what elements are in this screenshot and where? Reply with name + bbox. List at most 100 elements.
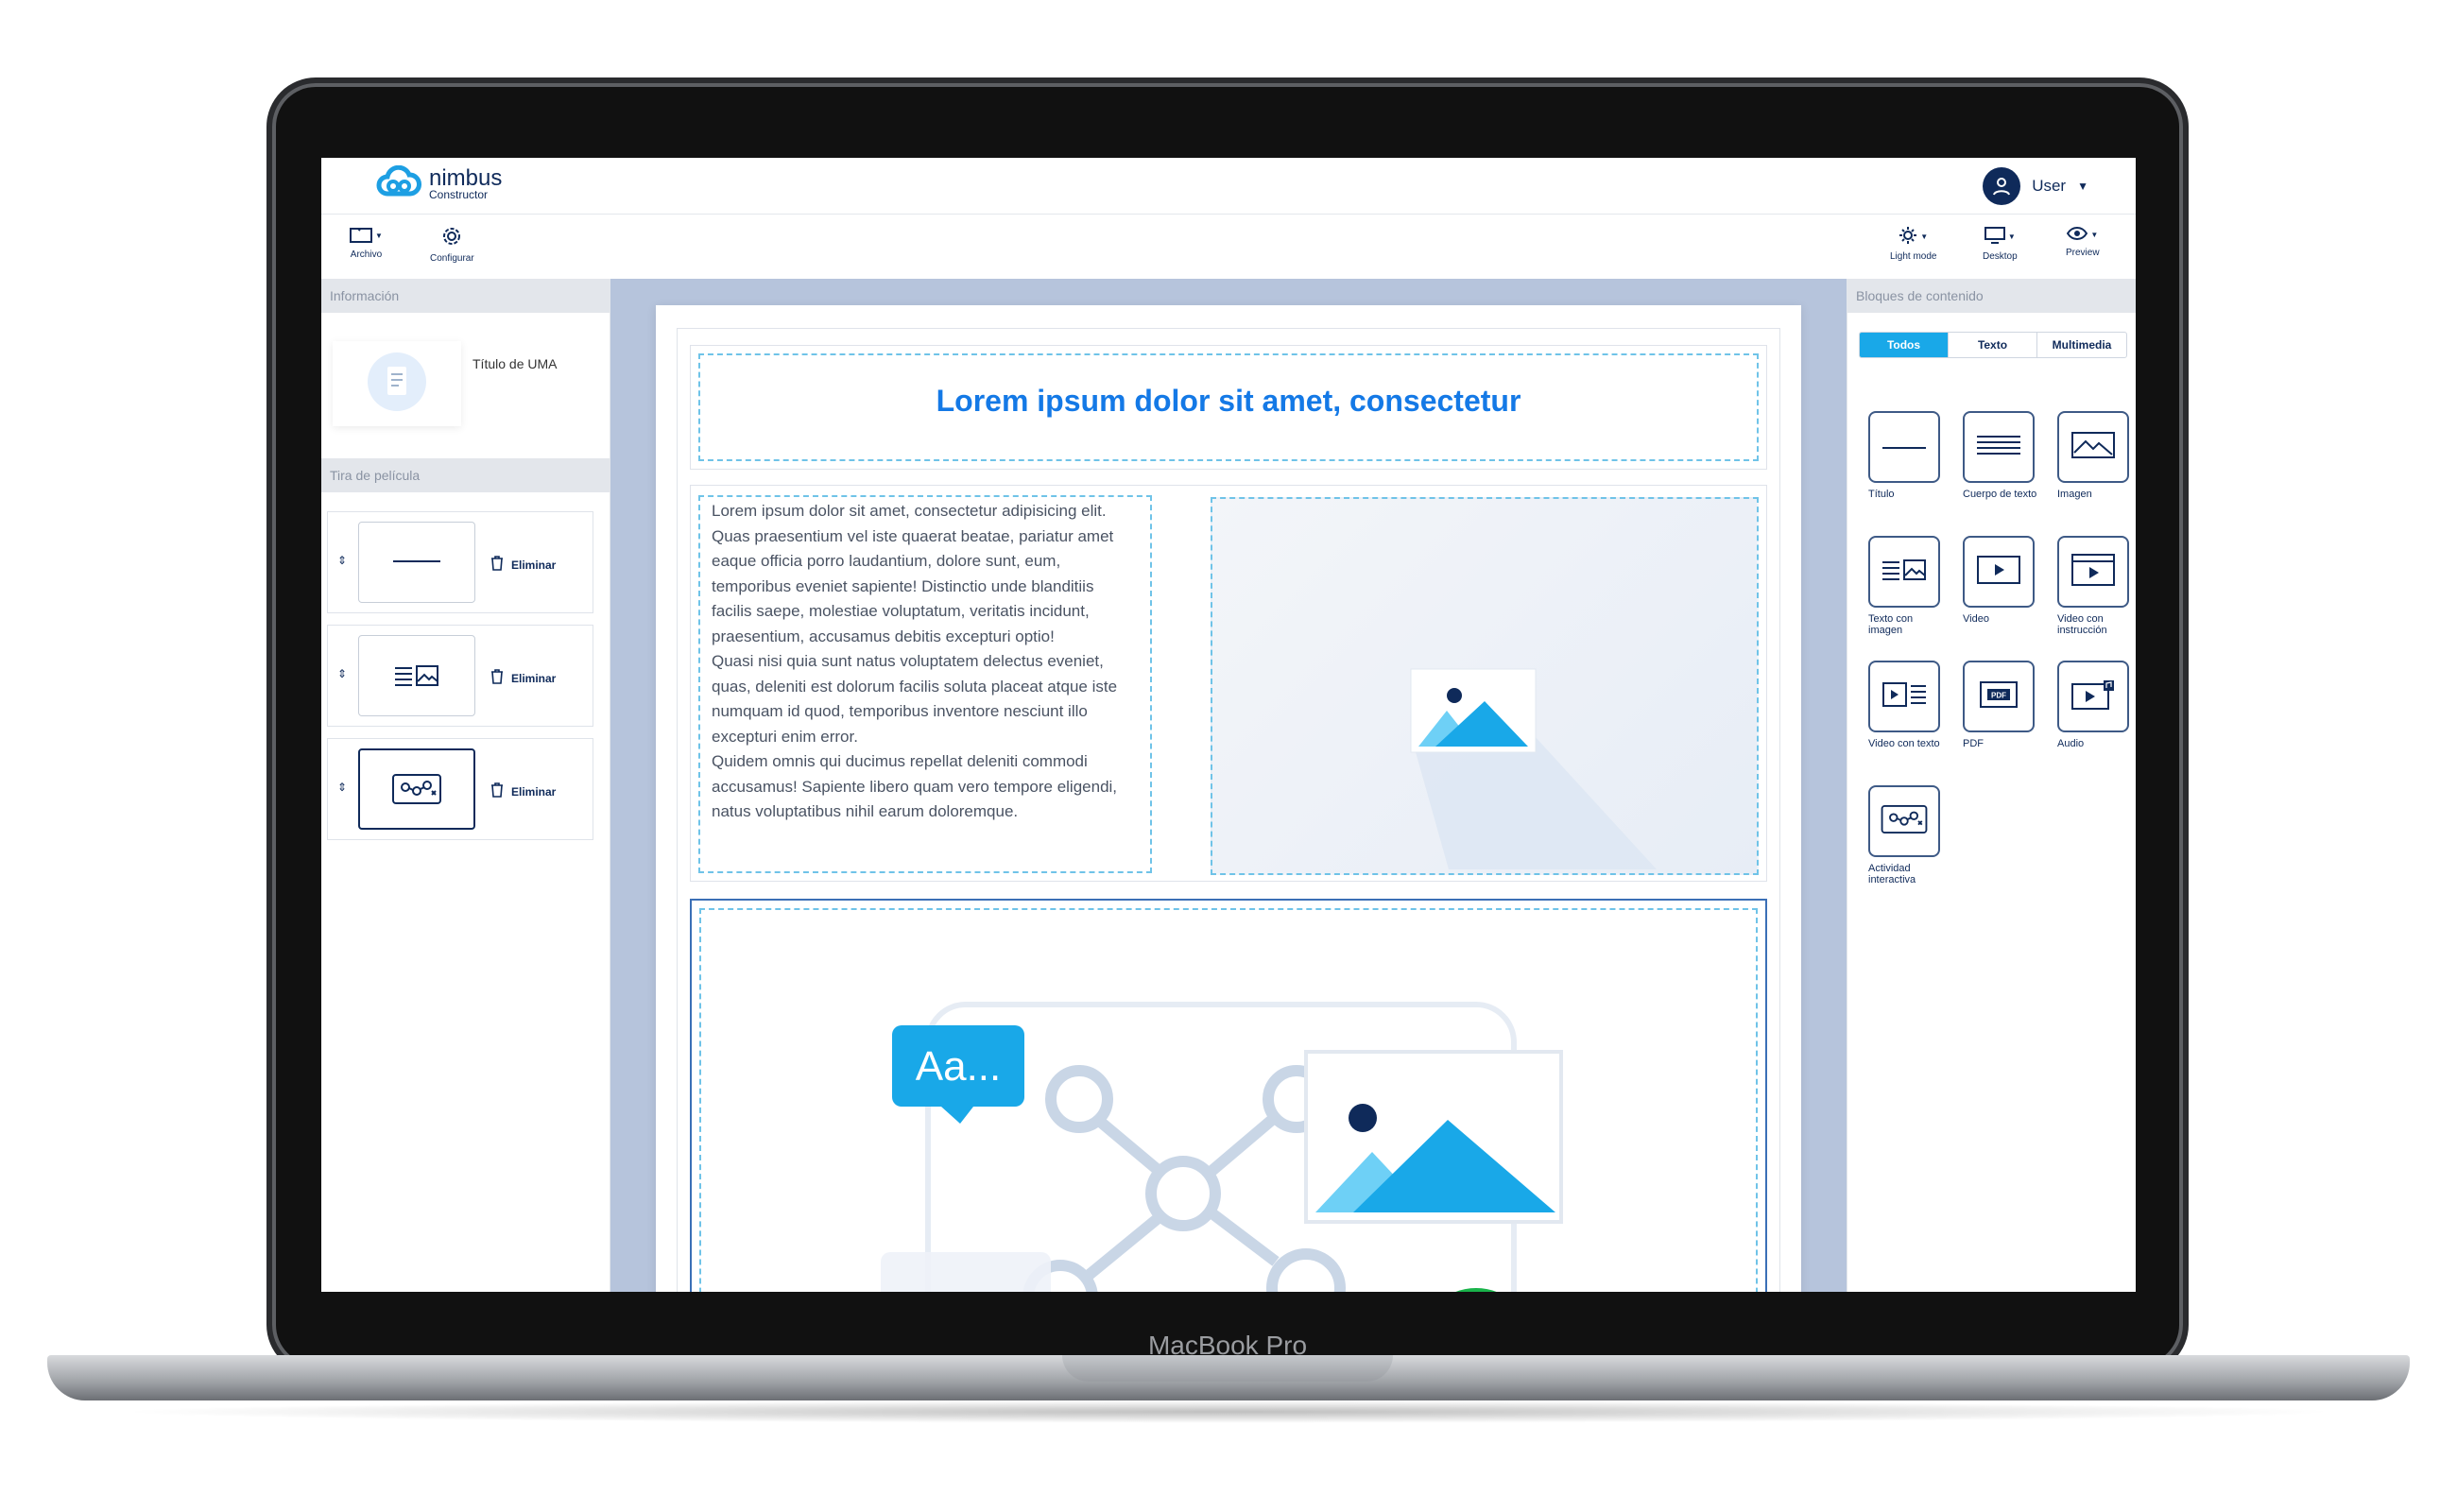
title-block[interactable]: Lorem ipsum dolor sit amet, consectetur	[690, 345, 1767, 470]
chevron-down-icon: ▼	[1920, 232, 1929, 241]
user-name: User	[2032, 177, 2067, 195]
delete-button[interactable]: Eliminar	[490, 669, 556, 687]
block-title[interactable]: Lorem ipsum dolor sit amet, consectetur	[691, 384, 1766, 419]
sun-icon	[1899, 226, 1917, 248]
svg-text:PDF: PDF	[1991, 691, 2006, 699]
reorder-icon[interactable]: ⇕	[337, 554, 347, 567]
block-label: PDF	[1963, 738, 1984, 749]
chevron-down-icon: ▼	[375, 232, 383, 240]
block-imagen[interactable]: Imagen	[2057, 411, 2133, 515]
title-line-icon	[1882, 438, 1926, 455]
configurar-button[interactable]: Configurar	[430, 226, 474, 264]
interactive-block[interactable]: Aa...	[690, 899, 1767, 1292]
block-texto-con-imagen[interactable]: Texto con imagen	[1868, 536, 1944, 640]
archivo-button[interactable]: ▼ Archivo	[350, 226, 383, 260]
pdf-icon: PDF	[1980, 680, 2018, 713]
block-audio[interactable]: Audio	[2057, 661, 2133, 765]
block-label: Título	[1868, 489, 1895, 500]
tab-texto[interactable]: Texto	[1949, 333, 2037, 357]
light-mode-button[interactable]: ▼ Light mode	[1890, 226, 1936, 262]
title-line-icon[interactable]	[358, 522, 475, 603]
block-tabs: Todos Texto Multimedia	[1859, 332, 2127, 358]
user-menu[interactable]: User ▼	[1983, 167, 2088, 205]
filmstrip-item-selected[interactable]: ⇕ Eliminar	[327, 738, 593, 840]
preview-label: Preview	[2066, 248, 2100, 258]
light-mode-label: Light mode	[1890, 251, 1937, 262]
folder-icon	[350, 226, 372, 246]
chevron-down-icon: ▼	[2090, 231, 2099, 239]
delete-label: Eliminar	[511, 671, 557, 685]
left-panel: Información Título de UMA Tira de pelícu…	[321, 279, 610, 1292]
monitor-icon	[1984, 226, 2005, 248]
text-with-image-icon[interactable]	[358, 635, 475, 716]
app-name: nimbus	[429, 164, 503, 191]
blocks-grid: Título Cuerpo de texto Imagen Texto con …	[1868, 411, 2133, 889]
content-blocks-header: Bloques de contenido	[1847, 279, 2136, 313]
trash-icon	[490, 782, 504, 800]
block-label: Actividad interactiva	[1868, 863, 1916, 885]
audio-icon	[2071, 679, 2115, 714]
trash-icon	[490, 669, 504, 687]
cloud-logo-icon	[376, 164, 421, 202]
eye-icon	[2067, 226, 2088, 244]
block-label: Video	[1963, 613, 1989, 625]
desktop-label: Desktop	[1983, 251, 2018, 262]
laptop-notch	[1062, 1355, 1393, 1382]
archivo-label: Archivo	[350, 249, 383, 260]
delete-label: Eliminar	[511, 784, 557, 799]
tab-multimedia[interactable]: Multimedia	[2037, 333, 2126, 357]
nimbus-logo[interactable]: nimbus Constructor	[376, 164, 503, 202]
video-with-text-icon	[1882, 681, 1926, 712]
toolbar: ▼ Archivo Configurar ▼ Light mode ▼ Desk…	[321, 215, 2136, 279]
text-image-block[interactable]: Lorem ipsum dolor sit amet, consectetur …	[690, 485, 1767, 882]
filmstrip-header-label: Tira de película	[321, 458, 610, 492]
page: Lorem ipsum dolor sit amet, consectetur …	[656, 305, 1801, 1292]
block-pdf[interactable]: PDF PDF	[1963, 661, 2038, 765]
preview-button[interactable]: ▼ Preview	[2066, 226, 2100, 258]
block-label: Texto con imagen	[1868, 613, 1914, 636]
block-video[interactable]: Video	[1963, 536, 2038, 640]
interactive-activity-icon	[1881, 804, 1928, 838]
block-label: Video con instrucción	[2057, 613, 2107, 636]
interactive-activity-icon[interactable]	[358, 748, 475, 830]
video-instruction-icon	[2071, 553, 2115, 591]
app-screen: nimbus Constructor User ▼ ▼ Archivo Conf…	[321, 158, 2136, 1292]
filmstrip-item[interactable]: ⇕ Eliminar	[327, 511, 593, 613]
trash-icon	[490, 556, 504, 574]
delete-button[interactable]: Eliminar	[490, 782, 556, 800]
block-video-con-texto[interactable]: Video con texto	[1868, 661, 1944, 765]
desktop-button[interactable]: ▼ Desktop	[1983, 226, 2018, 262]
block-label: Audio	[2057, 738, 2085, 749]
reorder-icon[interactable]: ⇕	[337, 667, 347, 680]
block-label: Imagen	[2057, 489, 2092, 500]
delete-button[interactable]: Eliminar	[490, 556, 556, 574]
chevron-down-icon: ▼	[2007, 232, 2016, 241]
video-icon	[1977, 555, 2020, 589]
uma-title: Título de UMA	[472, 356, 558, 371]
editor-canvas: Lorem ipsum dolor sit amet, consectetur …	[610, 279, 1847, 1292]
configurar-label: Configurar	[430, 253, 474, 264]
reorder-icon[interactable]: ⇕	[337, 781, 347, 794]
body-text[interactable]: Lorem ipsum dolor sit amet, consectetur …	[712, 499, 1127, 825]
filmstrip-item[interactable]: ⇕ Eliminar	[327, 625, 593, 727]
gear-icon	[441, 226, 462, 249]
block-label: Cuerpo de texto	[1963, 489, 2037, 500]
paragraph-icon	[1977, 435, 2020, 460]
top-bar: nimbus Constructor User ▼	[321, 158, 2136, 215]
block-cuerpo-de-texto[interactable]: Cuerpo de texto	[1963, 411, 2038, 515]
block-actividad-interactiva[interactable]: Actividad interactiva	[1868, 785, 1944, 889]
delete-label: Eliminar	[511, 558, 557, 572]
info-header: Información	[321, 279, 610, 313]
uma-thumbnail[interactable]	[333, 341, 461, 426]
chevron-down-icon: ▼	[2077, 180, 2088, 193]
tab-todos[interactable]: Todos	[1860, 333, 1949, 357]
user-avatar-icon	[1983, 167, 2021, 205]
filmstrip-header: Tira de película	[321, 458, 610, 492]
block-titulo[interactable]: Título	[1868, 411, 1944, 515]
bubble-text: Aa...	[916, 1043, 1002, 1090]
text-with-image-icon	[1882, 558, 1926, 585]
laptop-shadow	[113, 1400, 2344, 1423]
block-video-con-instruccion[interactable]: Video con instrucción	[2057, 536, 2133, 640]
image-placeholder[interactable]	[1211, 497, 1759, 875]
right-panel: Bloques de contenido Todos Texto Multime…	[1847, 279, 2136, 1292]
